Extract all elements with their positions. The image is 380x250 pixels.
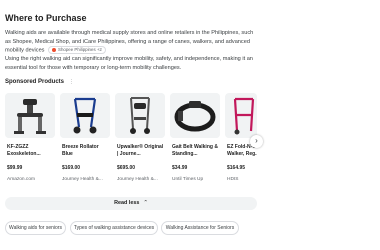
product-title: Gait Belt Walking & Standing... [172, 144, 218, 157]
product-card[interactable]: KF-ZGZZ Exoskeleton... $99.99 Amazon.com [5, 93, 55, 191]
product-title: KF-ZGZZ Exoskeleton... [7, 144, 41, 157]
info-icon[interactable]: ⋮ [69, 79, 74, 85]
sponsored-heading-label: Sponsored Products [5, 79, 65, 85]
product-image-gait-belt [170, 93, 220, 138]
product-title: Upwalker® Original | Journe... [117, 144, 164, 157]
related-chip[interactable]: Walking Assistance for Seniors [161, 221, 239, 235]
carousel-next-button[interactable]: › [250, 135, 263, 148]
product-card[interactable]: Breeze Rollator Blue $169.00 Journey Hea… [60, 93, 110, 191]
paragraph-purchase-text: Walking aids are available through medic… [5, 30, 254, 54]
product-store: HDIS [227, 177, 239, 182]
chevron-right-icon: › [255, 136, 258, 145]
section-title: Where to Purchase [5, 13, 87, 23]
related-chip[interactable]: Types of walking assistance devices [70, 221, 158, 235]
product-store: Journey Health &... [117, 177, 158, 182]
paragraph-purchase: Walking aids are available through medic… [5, 29, 260, 55]
product-store: Amazon.com [7, 177, 35, 182]
product-image-fold-walker [225, 93, 257, 138]
product-price: $695.00 [117, 165, 136, 171]
product-store: Until Times Up [172, 177, 204, 182]
product-price: $99.99 [7, 165, 23, 171]
read-less-label: Read less [114, 200, 140, 206]
source-chip[interactable]: Shopee Philippines +2 [48, 46, 106, 55]
related-chip[interactable]: Walking aids for seniors [5, 221, 66, 235]
product-image-rollator [60, 93, 110, 138]
product-title: Breeze Rollator Blue [62, 144, 99, 157]
product-image-exoskeleton [5, 93, 55, 138]
product-price: $164.95 [227, 165, 246, 171]
product-price: $34.99 [172, 165, 188, 171]
product-price: $169.00 [62, 165, 81, 171]
chevron-up-icon: ⌃ [143, 200, 148, 206]
sponsored-heading: Sponsored Products ⋮ [5, 79, 74, 85]
shopee-icon [52, 48, 57, 53]
read-less-button[interactable]: Read less ⌃ [5, 197, 257, 210]
product-store: Journey Health &... [62, 177, 103, 182]
product-card[interactable]: Upwalker® Original | Journe... $695.00 J… [115, 93, 165, 191]
paragraph-benefits: Using the right walking aid can signific… [5, 56, 253, 71]
product-card[interactable]: Gait Belt Walking & Standing... $34.99 U… [170, 93, 220, 191]
product-image-upwalker [115, 93, 165, 138]
source-chip-label: Shopee Philippines +2 [58, 47, 102, 53]
